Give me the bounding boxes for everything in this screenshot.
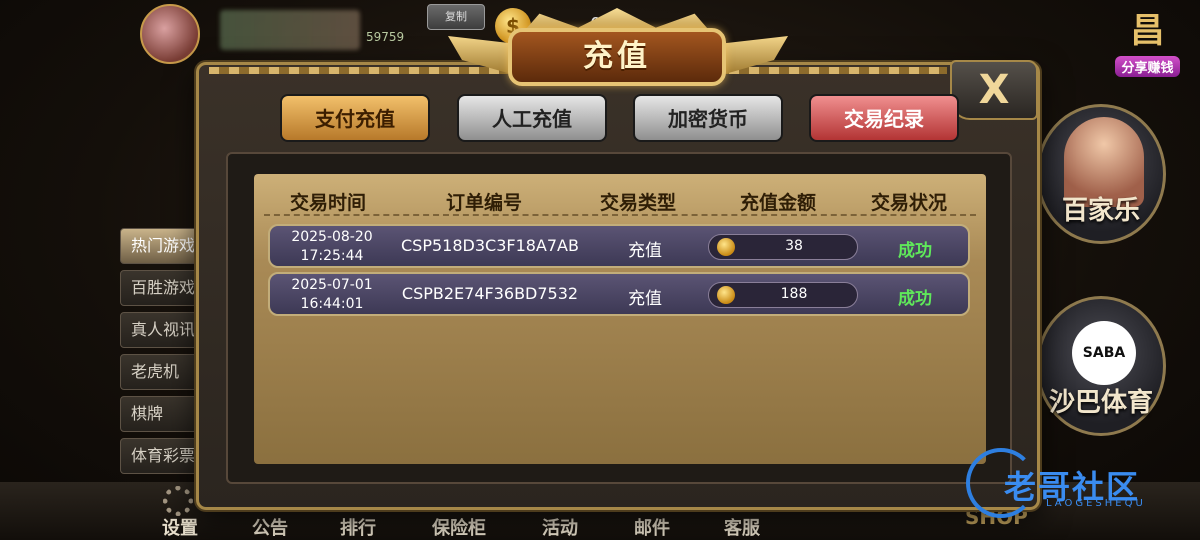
tab-payment-recharge[interactable]: 支付充值 [280, 94, 430, 142]
row-datetime: 2025-07-01 16:44:01 [276, 276, 388, 314]
nav-settings[interactable]: 设置 [162, 514, 198, 540]
nav-activity[interactable]: 活动 [542, 514, 578, 540]
close-icon: X [978, 67, 1010, 113]
top-bar: 59759 复制 $ 0 [140, 0, 601, 64]
watermark-logo: 老哥社区 LAOGESHEQU [966, 448, 1186, 518]
row-type: 充值 [628, 289, 662, 309]
watermark-en: LAOGESHEQU [1046, 498, 1146, 509]
row-order-no: CSP518D3C3F18A7AB [401, 236, 579, 255]
game-tile-label: 百家乐 [1061, 196, 1140, 226]
nav-mail[interactable]: 邮件 [634, 514, 670, 540]
row-order-no: CSPB2E74F36BD7532 [401, 284, 579, 303]
game-tile-baccarat[interactable]: 百家乐 [1036, 104, 1166, 244]
nav-customer-service[interactable]: 客服 [724, 514, 760, 540]
table-row[interactable]: 2025-08-20 17:25:44 CSP518D3C3F18A7AB 充值… [268, 224, 970, 268]
row-date: 2025-07-01 [291, 277, 373, 293]
recharge-tabs: 支付充值 人工充值 加密货币 交易纪录 [280, 94, 960, 144]
row-amount-pill: 38 [708, 234, 858, 260]
modal-title-text: 充值 [583, 39, 651, 74]
coin-icon [717, 238, 735, 256]
transaction-table: 交易时间 订单编号 交易类型 充值金额 交易状况 [254, 174, 986, 464]
col-status: 交易状况 [871, 192, 948, 214]
row-date: 2025-08-20 [291, 229, 373, 245]
share-earn-badge[interactable]: 昌 分享赚钱 [1100, 6, 1195, 86]
game-tile-label: 沙巴体育 [1048, 388, 1153, 418]
tab-manual-recharge[interactable]: 人工充值 [457, 94, 607, 142]
gear-icon[interactable] [163, 486, 193, 516]
row-amount: 38 [785, 238, 803, 254]
coin-icon [717, 286, 735, 304]
nav-safe[interactable]: 保险柜 [432, 514, 486, 540]
table-row[interactable]: 2025-07-01 16:44:01 CSPB2E74F36BD7532 充值… [268, 272, 970, 316]
row-type: 充值 [628, 241, 662, 261]
tab-crypto[interactable]: 加密货币 [633, 94, 783, 142]
row-amount-pill: 188 [708, 282, 858, 308]
row-time: 16:44:01 [300, 296, 364, 312]
saba-logo: SABA [1072, 321, 1136, 385]
col-order-no: 订单编号 [446, 192, 523, 214]
avatar[interactable] [140, 4, 200, 64]
nav-ranking[interactable]: 排行 [340, 514, 376, 540]
nav-announcement[interactable]: 公告 [252, 514, 288, 540]
header-divider [264, 214, 976, 216]
col-time: 交易时间 [290, 192, 367, 214]
user-id: 59759 [366, 30, 405, 44]
col-type: 交易类型 [600, 192, 677, 214]
tab-transaction-record[interactable]: 交易纪录 [809, 94, 959, 142]
share-badge-glyph: 昌 [1130, 11, 1165, 51]
modal-title: 充值 [508, 28, 726, 86]
row-time: 17:25:44 [300, 248, 364, 264]
nickname-blurred [220, 10, 360, 50]
game-tile-saba-sports[interactable]: SABA 沙巴体育 [1036, 296, 1166, 436]
share-badge-label: 分享赚钱 [1115, 56, 1180, 77]
copy-button[interactable]: 复制 [427, 4, 485, 30]
row-status: 成功 [898, 241, 932, 261]
row-datetime: 2025-08-20 17:25:44 [276, 228, 388, 266]
row-status: 成功 [898, 289, 932, 309]
row-amount: 188 [780, 286, 808, 302]
col-amount: 充值金额 [740, 192, 817, 214]
table-header: 交易时间 订单编号 交易类型 充值金额 交易状况 [254, 182, 986, 218]
close-button[interactable]: X [950, 60, 1038, 120]
